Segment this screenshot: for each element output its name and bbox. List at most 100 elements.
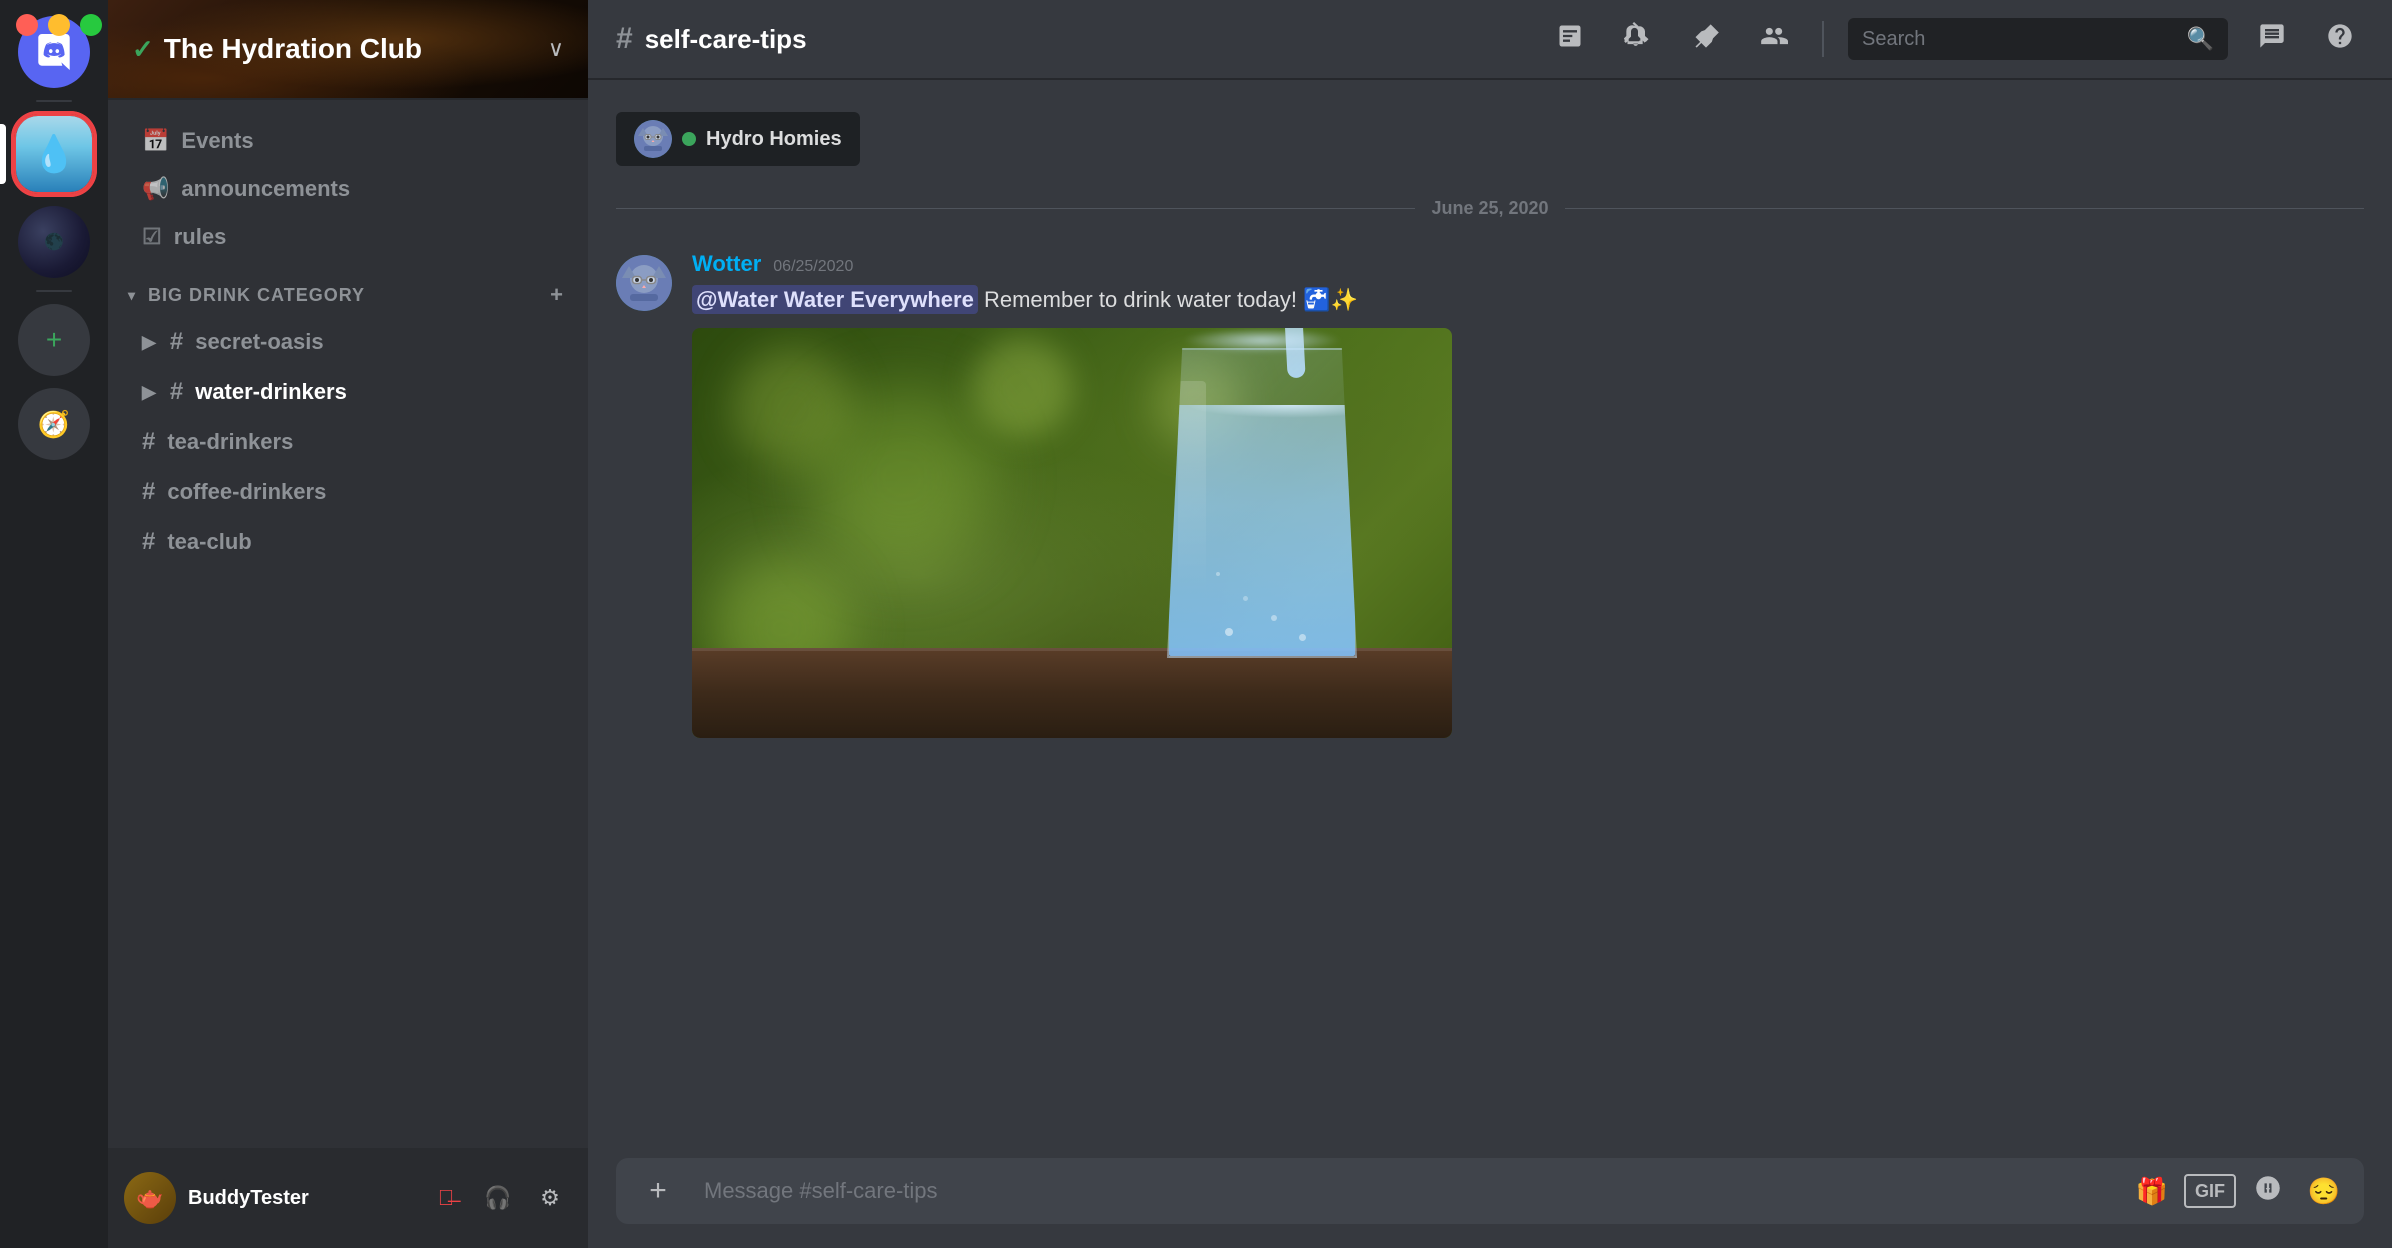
members-icon: [1760, 22, 1788, 57]
category-big-drink[interactable]: ▾ BIG DRINK CATEGORY +: [108, 262, 588, 316]
channel-item-water-drinkers[interactable]: ▶ # water-drinkers: [118, 368, 578, 416]
online-label: Hydro Homies: [706, 128, 842, 151]
message-header: Wotter 06/25/2020: [692, 251, 2364, 277]
deafen-button[interactable]: 🎧: [476, 1176, 520, 1220]
message-text: @Water Water Everywhere Remember to drin…: [692, 283, 2364, 316]
mute-channel-icon: [1624, 22, 1652, 57]
maximize-window-button[interactable]: [80, 14, 102, 36]
add-server-button[interactable]: +: [18, 304, 90, 376]
channel-header-hash-icon: #: [616, 22, 633, 56]
gif-label: GIF: [2195, 1181, 2225, 1202]
input-tools: 🎁 GIF 😔: [2128, 1167, 2348, 1215]
channel-name-events: Events: [181, 128, 253, 154]
add-server-icon: +: [46, 324, 62, 356]
close-window-button[interactable]: [16, 14, 38, 36]
search-icon: 🔍: [2187, 26, 2214, 52]
channel-name-announcements: announcements: [181, 176, 350, 202]
user-controls: 🎙̶ 🎧 ⚙: [424, 1176, 572, 1220]
add-content-icon: +: [649, 1174, 667, 1208]
server-menu-chevron[interactable]: ∨: [548, 36, 564, 62]
channel-item-rules[interactable]: ☑ rules: [118, 214, 578, 260]
mute-channel-button[interactable]: [1614, 15, 1662, 63]
channel-name-water-drinkers: water-drinkers: [195, 379, 347, 405]
channel-name-tea-drinkers: tea-drinkers: [167, 429, 293, 455]
server-dark-wrapper: 🌑: [0, 206, 108, 278]
online-status-dot: [682, 132, 696, 146]
header-tools: 🔍: [1546, 15, 2364, 63]
gift-icon: 🎁: [2136, 1176, 2168, 1207]
sticker-button[interactable]: [2244, 1167, 2292, 1215]
settings-icon: ⚙: [540, 1185, 560, 1211]
channel-item-tea-drinkers[interactable]: # tea-drinkers: [118, 418, 578, 466]
message-body: Remember to drink water today! 🚰✨: [984, 287, 1358, 312]
channel-item-announcements[interactable]: 📢 announcements: [118, 166, 578, 212]
sticker-icon: [2254, 1174, 2282, 1209]
search-input[interactable]: [1862, 28, 2177, 51]
server-name-text: The Hydration Club: [164, 33, 422, 65]
hash-icon-tea-club: #: [142, 528, 155, 556]
server-name-display: ✓ The Hydration Club: [132, 33, 422, 65]
category-name: BIG DRINK CATEGORY: [148, 285, 365, 306]
channel-item-secret-oasis[interactable]: ▶ # secret-oasis: [118, 318, 578, 366]
hash-icon-water-drinkers: #: [170, 378, 183, 406]
server-verified-icon: ✓: [132, 34, 154, 65]
server-header[interactable]: ✓ The Hydration Club ∨: [108, 0, 588, 100]
date-line-right: [1565, 208, 2364, 209]
channel-item-events[interactable]: 📅 Events: [118, 118, 578, 164]
emoji-button[interactable]: 😔: [2300, 1167, 2348, 1215]
channel-name-secret-oasis: secret-oasis: [195, 329, 323, 355]
help-button[interactable]: [2316, 15, 2364, 63]
date-line-left: [616, 208, 1415, 209]
add-content-button[interactable]: +: [632, 1165, 684, 1217]
gif-button[interactable]: GIF: [2184, 1174, 2236, 1208]
emoji-icon: 😔: [2308, 1176, 2340, 1207]
message-author-avatar[interactable]: [616, 255, 672, 311]
settings-button[interactable]: ⚙: [528, 1176, 572, 1220]
system-bar: Hydro Homies: [588, 104, 2392, 174]
events-icon: 📅: [142, 128, 169, 154]
search-bar[interactable]: 🔍: [1848, 18, 2228, 60]
channel-header-name: # self-care-tips: [616, 22, 807, 56]
headphones-icon: 🎧: [484, 1185, 511, 1211]
inbox-icon: [2258, 22, 2286, 57]
channel-item-coffee-drinkers[interactable]: # coffee-drinkers: [118, 468, 578, 516]
window-chrome: [0, 0, 118, 50]
header-divider: [1822, 21, 1824, 57]
channel-item-tea-club[interactable]: # tea-club: [118, 518, 578, 566]
chat-input-area: + 🎁 GIF: [588, 1142, 2392, 1248]
message-image-inner: [692, 328, 1452, 738]
channel-list: 📅 Events 📢 announcements ☑ rules ▾ BIG D…: [108, 100, 588, 1148]
announcements-icon: 📢: [142, 176, 169, 202]
message-input[interactable]: [696, 1158, 2116, 1224]
server-divider: [36, 100, 72, 102]
mention-tag[interactable]: @Water Water Everywhere: [692, 285, 978, 314]
thread-indicator-water-drinkers: ▶: [142, 382, 156, 403]
hash-icon-tea-drinkers: #: [142, 428, 155, 456]
message-image: [692, 328, 1452, 738]
help-icon: [2326, 22, 2354, 57]
explore-servers-button[interactable]: 🧭: [18, 388, 90, 460]
user-panel: 🫖 BuddyTester 🎙̶ 🎧 ⚙: [108, 1148, 588, 1248]
gift-button[interactable]: 🎁: [2128, 1167, 2176, 1215]
channel-header-title: self-care-tips: [645, 24, 807, 55]
add-channel-icon[interactable]: +: [550, 282, 564, 308]
category-chevron-icon: ▾: [128, 287, 136, 304]
server-icon-hydration[interactable]: 💧: [14, 114, 94, 194]
chat-input-bar: + 🎁 GIF: [616, 1158, 2364, 1224]
minimize-window-button[interactable]: [48, 14, 70, 36]
inbox-button[interactable]: [2248, 15, 2296, 63]
channel-name-coffee-drinkers: coffee-drinkers: [167, 479, 326, 505]
threads-button[interactable]: [1546, 15, 1594, 63]
date-text: June 25, 2020: [1431, 198, 1548, 219]
server-icon-dark[interactable]: 🌑: [18, 206, 90, 278]
message-group: Wotter 06/25/2020 @Water Water Everywher…: [588, 243, 2392, 746]
message-content: Wotter 06/25/2020 @Water Water Everywher…: [692, 251, 2364, 738]
username-display: BuddyTester: [188, 1187, 412, 1210]
hydro-homies-avatar: [634, 120, 672, 158]
explore-icon: 🧭: [38, 409, 70, 440]
hash-icon-secret-oasis: #: [170, 328, 183, 356]
mute-button[interactable]: 🎙̶: [424, 1176, 468, 1220]
pin-button[interactable]: [1682, 15, 1730, 63]
members-button[interactable]: [1750, 15, 1798, 63]
mute-icon: 🎙̶: [438, 1185, 455, 1211]
